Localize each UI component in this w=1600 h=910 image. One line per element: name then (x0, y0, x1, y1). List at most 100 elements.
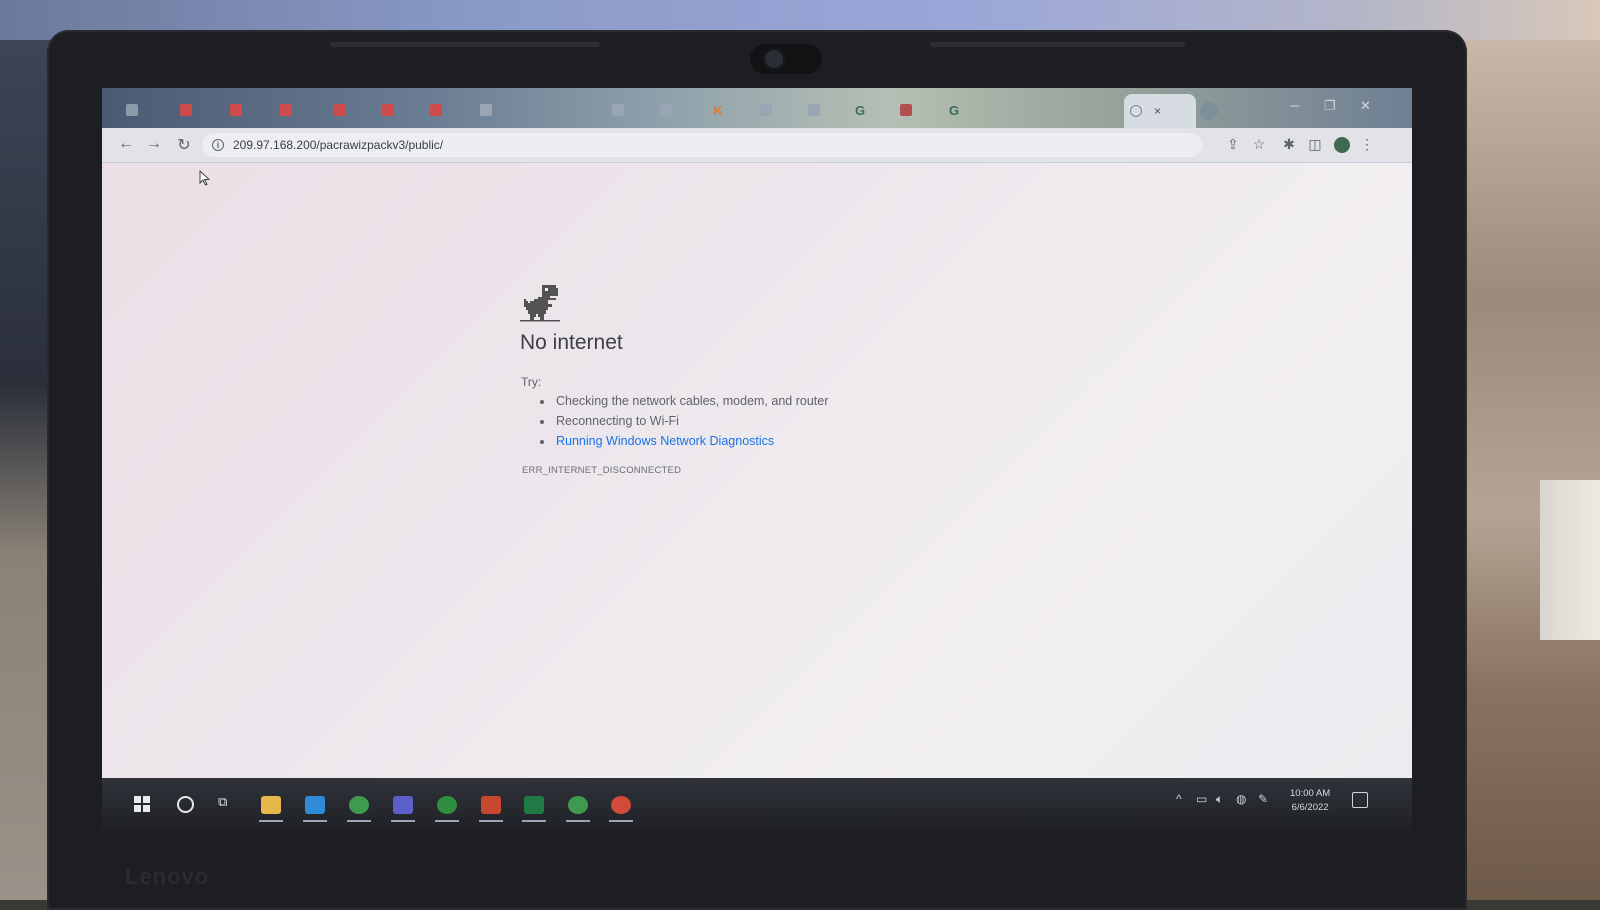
address-bar[interactable]: i 209.97.168.200/pacrawizpackv3/public/ (202, 133, 1202, 157)
browser-tab[interactable]: K (706, 96, 752, 124)
meet-icon (480, 104, 492, 116)
file-explorer-icon (261, 796, 281, 814)
screen: × ─ ❐ ✕ K G G ← → ↻ i 209.97.168.200/pacra… (102, 88, 1412, 830)
green-circle-icon (437, 796, 457, 814)
mail-icon (305, 796, 325, 814)
share-icon[interactable]: ⇪ (1224, 136, 1242, 153)
tab-active[interactable]: × (1124, 94, 1196, 128)
close-icon[interactable]: × (1154, 104, 1161, 118)
page-content: No internet Try: Checking the network ca… (102, 163, 1412, 778)
browser-toolbar: ← → ↻ i 209.97.168.200/pacrawizpackv3/pu… (102, 128, 1412, 163)
globe-network-icon[interactable]: ◍ (1236, 792, 1246, 806)
chrome-2-icon (568, 796, 588, 814)
doc-icon (334, 104, 346, 116)
browser-tab[interactable] (606, 96, 652, 124)
running-indicator (259, 820, 283, 822)
image-icon (900, 104, 912, 116)
task-view-icon[interactable]: ⧉ (218, 794, 236, 810)
tab-strip: × ─ ❐ ✕ K G G (102, 88, 1412, 128)
video-icon (660, 104, 672, 116)
list-item: Checking the network cables, modem, and … (554, 391, 828, 411)
running-indicator (566, 820, 590, 822)
suggestion-list: Checking the network cables, modem, and … (540, 391, 828, 451)
background-right-panel (1540, 480, 1600, 640)
restore-icon[interactable]: ❐ (1324, 98, 1336, 114)
browser-tab[interactable] (754, 96, 800, 124)
search-icon[interactable] (177, 796, 194, 813)
profile-avatar[interactable] (1334, 137, 1350, 153)
browser-tab[interactable]: G (942, 96, 988, 124)
browser-tab[interactable] (894, 96, 940, 124)
taskbar-app-excel[interactable] (518, 788, 550, 822)
chrome-3-icon (611, 796, 631, 814)
window-close-icon[interactable]: ✕ (1360, 98, 1371, 114)
windows-taskbar: ⧉ ^ ▭ 🔈︎ ◍ ✎ 10:00 AM 6/6/2022 (102, 778, 1412, 830)
k-icon: K (713, 102, 723, 118)
minimize-icon[interactable]: ─ (1290, 98, 1299, 113)
doc-icon (180, 104, 192, 116)
list-item: Reconnecting to Wi-Fi (554, 411, 828, 431)
browser-tab[interactable] (174, 96, 220, 124)
diagnostics-link[interactable]: Running Windows Network Diagnostics (556, 434, 774, 448)
taskbar-app-powerpoint[interactable] (475, 788, 507, 822)
dinosaur-icon (520, 285, 560, 322)
system-clock[interactable]: 10:00 AM 6/6/2022 (1290, 787, 1330, 815)
browser-tab[interactable]: G (848, 96, 894, 124)
running-indicator (479, 820, 503, 822)
browser-tab[interactable] (224, 96, 270, 124)
side-panel-icon[interactable]: ◫ (1306, 136, 1324, 153)
browser-tab[interactable] (654, 96, 700, 124)
browser-tab[interactable] (120, 96, 166, 124)
doc-icon (280, 104, 292, 116)
taskbar-app-green-circle[interactable] (431, 788, 463, 822)
meet-icon (760, 104, 772, 116)
forward-arrow-icon[interactable]: → (144, 135, 164, 153)
clock-time: 10:00 AM (1290, 788, 1331, 799)
running-indicator (391, 820, 415, 822)
windows-start-icon[interactable] (134, 796, 150, 812)
video-icon (612, 104, 624, 116)
running-indicator (522, 820, 546, 822)
browser-tab[interactable] (274, 96, 320, 124)
error-code: ERR_INTERNET_DISCONNECTED (522, 465, 682, 476)
notification-icon[interactable] (1352, 792, 1368, 808)
pen-icon[interactable]: ✎ (1258, 792, 1268, 806)
webcam-lens (765, 50, 783, 68)
running-indicator (435, 820, 459, 822)
info-icon[interactable]: i (212, 139, 224, 151)
url-text[interactable]: 209.97.168.200/pacrawizpackv3/public/ (233, 138, 443, 152)
taskbar-app-mail[interactable] (299, 788, 331, 822)
volume-icon[interactable]: 🔈︎ (1216, 792, 1223, 807)
taskbar-app-file-explorer[interactable] (255, 788, 287, 822)
reload-icon[interactable]: ↻ (174, 135, 194, 155)
chevron-up-icon[interactable]: ^ (1176, 792, 1182, 806)
chrome-icon (349, 796, 369, 814)
back-arrow-icon[interactable]: ← (116, 135, 136, 153)
globe-icon (1130, 105, 1142, 117)
browser-tab[interactable] (328, 96, 374, 124)
battery-icon[interactable]: ▭ (1196, 792, 1207, 806)
browser-tab[interactable] (424, 96, 470, 124)
bookmark-star-icon[interactable]: ☆ (1250, 136, 1268, 153)
error-title: No internet (520, 331, 623, 354)
new-tab-button[interactable] (1200, 102, 1218, 120)
laptop-brand: Lenovo (125, 864, 210, 889)
browser-tab[interactable] (474, 96, 520, 124)
taskbar-app-chrome-3[interactable] (605, 788, 637, 822)
running-indicator (609, 820, 633, 822)
extensions-icon[interactable]: ✱ (1280, 136, 1298, 153)
taskbar-app-teams[interactable] (387, 788, 419, 822)
doc-icon (230, 104, 242, 116)
taskbar-app-chrome[interactable] (343, 788, 375, 822)
running-indicator (347, 820, 371, 822)
browser-tab[interactable] (802, 96, 848, 124)
grammarly-icon: G (854, 102, 866, 118)
clock-date: 6/6/2022 (1291, 802, 1329, 813)
browser-tab[interactable] (376, 96, 422, 124)
grammarly-icon: G (948, 102, 960, 118)
bezel-strip (330, 42, 600, 47)
list-item: Running Windows Network Diagnostics (554, 431, 828, 451)
menu-dots-icon[interactable]: ⋮ (1358, 136, 1376, 153)
powerpoint-icon (481, 796, 501, 814)
taskbar-app-chrome-2[interactable] (562, 788, 594, 822)
